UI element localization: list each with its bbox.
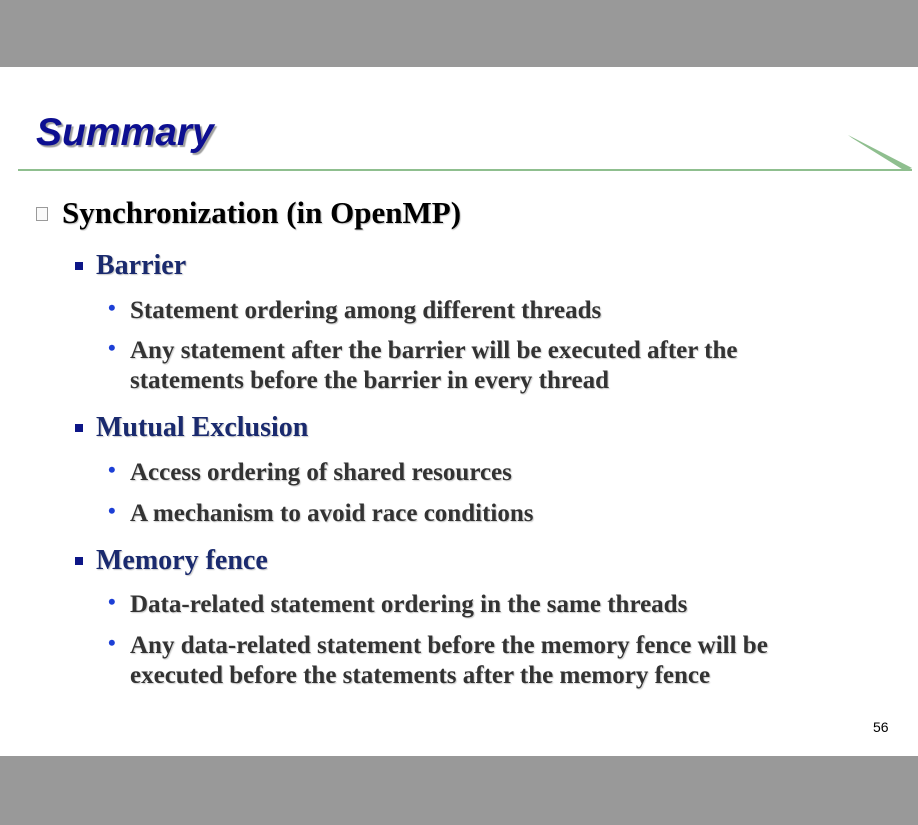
bullet-text: statements before the barrier in every t…	[130, 367, 610, 394]
section-label: Mutual Exclusion	[96, 412, 309, 443]
dot-bullet-icon: •	[108, 589, 116, 614]
dot-bullet-icon: •	[108, 630, 116, 655]
dot-bullet-icon: •	[108, 295, 116, 320]
bullet-text: Any statement after the barrier will be …	[130, 337, 738, 364]
square-bullet-icon	[36, 207, 48, 221]
square-bullet-icon	[75, 262, 83, 270]
bullet-text: A mechanism to avoid race conditions	[130, 500, 534, 527]
slide-title: Summary	[36, 111, 214, 154]
square-bullet-icon	[75, 557, 83, 565]
square-bullet-icon	[75, 424, 83, 432]
dot-bullet-icon: •	[108, 335, 116, 360]
slide: Summary Synchronization (in OpenMP) Barr…	[0, 67, 918, 756]
bullet-text: executed before the statements after the…	[130, 662, 711, 689]
section-label: Memory fence	[96, 545, 268, 576]
page-number: 56	[873, 719, 889, 735]
bullet-text: Any data-related statement before the me…	[130, 632, 768, 659]
dot-bullet-icon: •	[108, 457, 116, 482]
bullet-text: Statement ordering among different threa…	[130, 297, 602, 324]
bullet-text: Data-related statement ordering in the s…	[130, 591, 688, 618]
dot-bullet-icon: •	[108, 498, 116, 523]
heading-text: Synchronization (in OpenMP)	[62, 195, 462, 230]
bullet-text: Access ordering of shared resources	[130, 459, 512, 486]
section-label: Barrier	[96, 250, 187, 281]
